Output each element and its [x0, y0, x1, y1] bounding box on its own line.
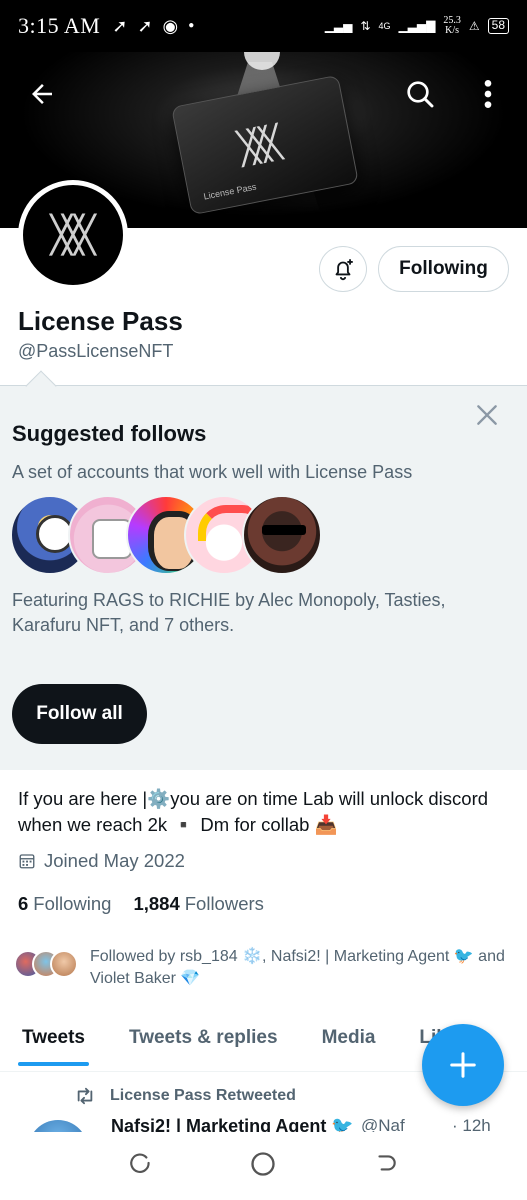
retweeted-label: License Pass Retweeted [110, 1087, 296, 1104]
recents-icon [130, 1152, 150, 1173]
followed-by-avatars [14, 950, 78, 978]
notifications-button[interactable] [319, 246, 367, 292]
app-notification-icon: ➚ [137, 16, 153, 36]
plus-icon [450, 1052, 476, 1078]
app-notification-icon: ➚ [112, 16, 128, 36]
joined-date: Joined May 2022 [18, 850, 185, 872]
network-label: 4G [378, 21, 391, 31]
profile-name: License Pass [18, 306, 183, 336]
dot-icon: ● [188, 20, 195, 31]
close-icon [477, 405, 497, 425]
tweet-author-handle: @Naf [361, 1116, 405, 1132]
tweet-time: · 12h [452, 1116, 491, 1132]
dismiss-suggestions-button[interactable] [472, 400, 502, 430]
tab-tweets-replies[interactable]: Tweets & replies [107, 1010, 300, 1066]
battery-indicator: 58 [487, 18, 509, 34]
tab-tweets[interactable]: Tweets [0, 1010, 107, 1066]
net-speed: 25.3 K/s [443, 16, 461, 36]
home-button[interactable] [249, 1150, 277, 1183]
suggested-follows-subtitle: A set of accounts that work well with Li… [12, 462, 413, 482]
bell-plus-icon [335, 259, 353, 281]
signal-icon: ▁▃▅▇ [398, 19, 436, 33]
status-right: ▁▃▅ ⇅ 4G ▁▃▅▇ 25.3 K/s ⚠ 58 [325, 16, 509, 36]
tweet-header[interactable]: Nafsi2! | Marketing Agent 🐦 @Naf · 12h [28, 1112, 527, 1132]
suggested-avatar[interactable] [242, 495, 322, 575]
more-options-button[interactable] [466, 72, 510, 116]
follower-avatar [50, 950, 78, 978]
followers-label: Followers [184, 893, 264, 914]
tab-media[interactable]: Media [300, 1010, 398, 1066]
following-count: 6 [18, 893, 29, 914]
profile-avatar[interactable]: ╳╳╳ [18, 180, 128, 290]
system-nav-bar [0, 1132, 527, 1200]
tweet-author-avatar[interactable] [28, 1120, 88, 1132]
card-text: License Pass [202, 181, 258, 202]
retweet-context: License Pass Retweeted [74, 1086, 296, 1106]
profile-handle: @PassLicenseNFT [18, 341, 174, 361]
signal-icon: ▁▃▅ [324, 19, 353, 33]
followed-by-section[interactable]: Followed by rsb_184 ❄️, Nafsi2! | Market… [14, 946, 510, 990]
messenger-icon: ◉ [162, 16, 179, 36]
status-time: 3:15 AM [18, 13, 101, 38]
more-vertical-icon [484, 80, 492, 108]
card-logo-icon: ╳╳╳ [235, 123, 277, 168]
following-stat[interactable]: 6 Following [18, 893, 111, 915]
recents-button[interactable] [128, 1151, 154, 1182]
following-button[interactable]: Following [378, 246, 509, 292]
alert-icon: ⚠ [468, 19, 480, 33]
followers-count: 1,884 [133, 893, 180, 914]
follow-all-button[interactable]: Follow all [12, 684, 147, 744]
profile-bio: If you are here |⚙️you are on time Lab w… [18, 788, 489, 835]
suggested-follows-title: Suggested follows [12, 421, 207, 446]
license-card-image: ╳╳╳ License Pass [171, 74, 359, 216]
retweet-icon [77, 1087, 93, 1105]
speed-unit: K/s [445, 25, 460, 36]
status-bar: 3:15 AM ➚ ➚ ◉ ● ▁▃▅ ⇅ 4G ▁▃▅▇ 25.3 K/s ⚠… [0, 0, 527, 52]
home-circle-icon [251, 1151, 276, 1176]
search-button[interactable] [398, 72, 442, 116]
notification-icons: ➚ ➚ ◉ ● [112, 17, 194, 35]
calendar-icon [19, 854, 35, 869]
following-label: Following [33, 893, 112, 914]
back-nav-button[interactable] [373, 1151, 399, 1182]
suggested-avatars[interactable] [10, 495, 322, 577]
avatar-logo-icon: ╳╳╳ [50, 214, 95, 256]
tweet-author-name[interactable]: Nafsi2! | Marketing Agent 🐦 [111, 1116, 354, 1132]
back-nav-icon [378, 1154, 396, 1170]
followed-by-text: Followed by rsb_184 ❄️, Nafsi2! | Market… [90, 948, 505, 987]
followers-stat[interactable]: 1,884 Followers [133, 893, 263, 915]
follow-stats: 6 Following 1,884 Followers [18, 893, 264, 915]
joined-text: Joined May 2022 [44, 850, 185, 871]
back-button[interactable] [20, 72, 64, 116]
search-icon [407, 81, 434, 108]
data-arrows-icon: ⇅ [360, 19, 371, 33]
suggested-featuring-text: Featuring RAGS to RICHIE by Alec Monopol… [12, 590, 446, 635]
arrow-left-icon [32, 84, 52, 104]
compose-tweet-button[interactable] [422, 1024, 504, 1106]
